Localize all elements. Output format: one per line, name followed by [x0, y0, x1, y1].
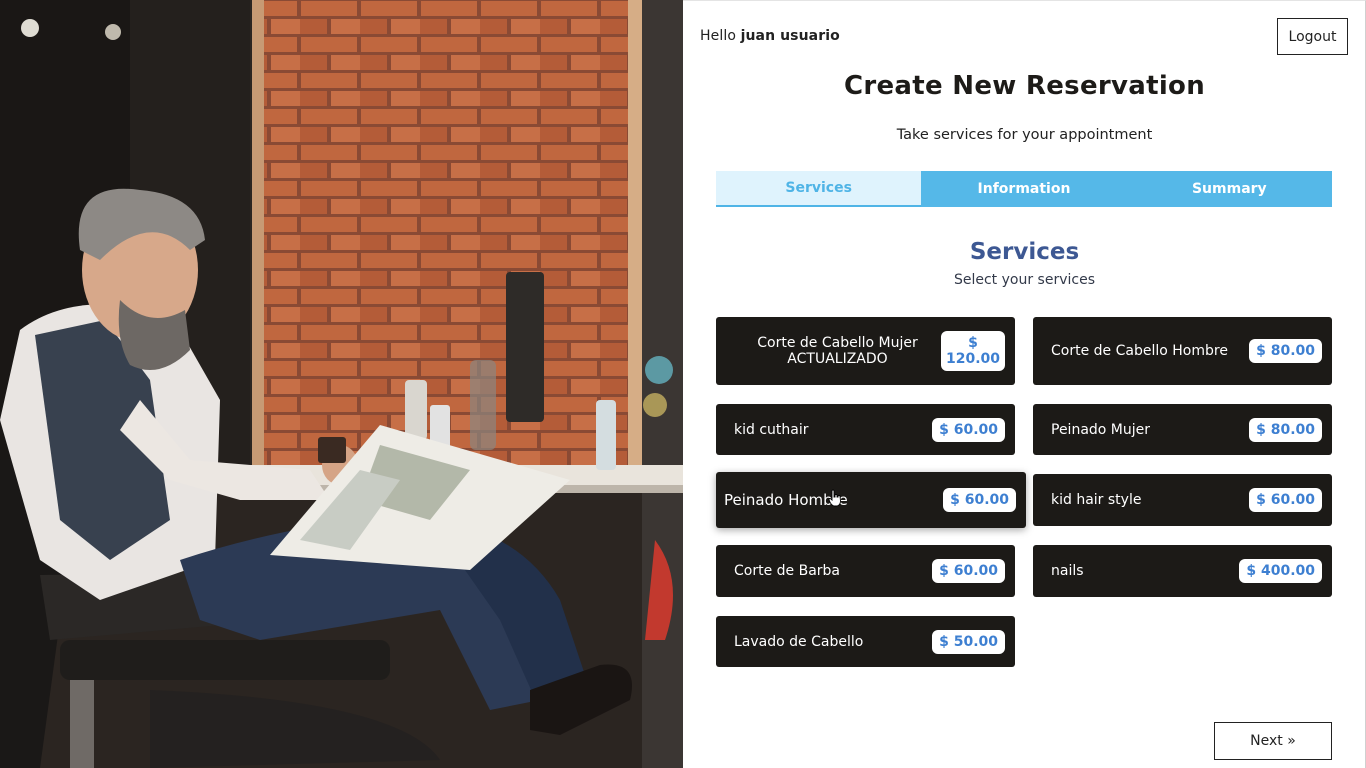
service-card[interactable]: Corte de Cabello Hombre $ 80.00: [1033, 317, 1332, 385]
service-card[interactable]: kid cuthair $ 60.00: [716, 404, 1015, 455]
user-name: juan usuario: [740, 28, 840, 44]
services-section-subtitle: Select your services: [953, 272, 1095, 288]
service-price: $ 60.00: [943, 488, 1016, 512]
service-card[interactable]: Lavado de Cabello $ 50.00: [716, 616, 1015, 667]
page-title: Create New Reservation: [843, 71, 1206, 101]
tab-summary[interactable]: Summary: [1127, 171, 1332, 207]
service-name: Peinado Mujer: [1051, 421, 1151, 438]
greeting-prefix: Hello: [700, 28, 736, 44]
barber-illustration: [0, 0, 683, 768]
services-section-title: Services: [969, 239, 1080, 265]
reservation-panel: Hello juan usuario Logout Create New Res…: [683, 0, 1366, 768]
tab-services[interactable]: Services: [716, 171, 922, 207]
service-price: $ 60.00: [1249, 488, 1322, 512]
service-price: $ 80.00: [1249, 339, 1322, 363]
next-button[interactable]: Next »: [1214, 722, 1332, 760]
service-card[interactable]: Corte de Cabello Mujer ACTUALIZADO $ 120…: [716, 317, 1015, 385]
service-card[interactable]: kid hair style $ 60.00: [1033, 474, 1332, 526]
service-name: Corte de Cabello Hombre: [1051, 343, 1228, 359]
service-name: kid cuthair: [734, 421, 809, 438]
step-tabs: Services Information Summary: [716, 171, 1332, 207]
service-card[interactable]: Peinado Hombre $ 60.00: [716, 472, 1026, 528]
service-price: $ 80.00: [1249, 417, 1322, 442]
service-name: Corte de Cabello Mujer ACTUALIZADO: [757, 335, 918, 367]
logout-button[interactable]: Logout: [1277, 18, 1348, 55]
service-price: $ 60.00: [932, 559, 1005, 583]
service-name: Corte de Barba: [734, 563, 841, 579]
service-name: nails: [1051, 563, 1084, 579]
hero-photo: [0, 0, 683, 768]
user-greeting: Hello juan usuario: [700, 28, 840, 44]
tab-information[interactable]: Information: [921, 171, 1126, 207]
service-price: $ 50.00: [932, 629, 1005, 654]
service-card[interactable]: nails $ 400.00: [1033, 545, 1332, 597]
service-price: $ 400.00: [1239, 559, 1322, 583]
service-card[interactable]: Corte de Barba $ 60.00: [716, 545, 1015, 597]
page-subtitle: Take services for your appointment: [896, 127, 1153, 143]
service-price: $ 60.00: [932, 417, 1005, 442]
service-name: Peinado Hombre: [724, 491, 848, 509]
service-name: Lavado de Cabello: [734, 633, 864, 650]
service-name: kid hair style: [1051, 492, 1142, 508]
service-card[interactable]: Peinado Mujer $ 80.00: [1033, 404, 1332, 455]
service-price: $ 120.00: [941, 331, 1005, 371]
